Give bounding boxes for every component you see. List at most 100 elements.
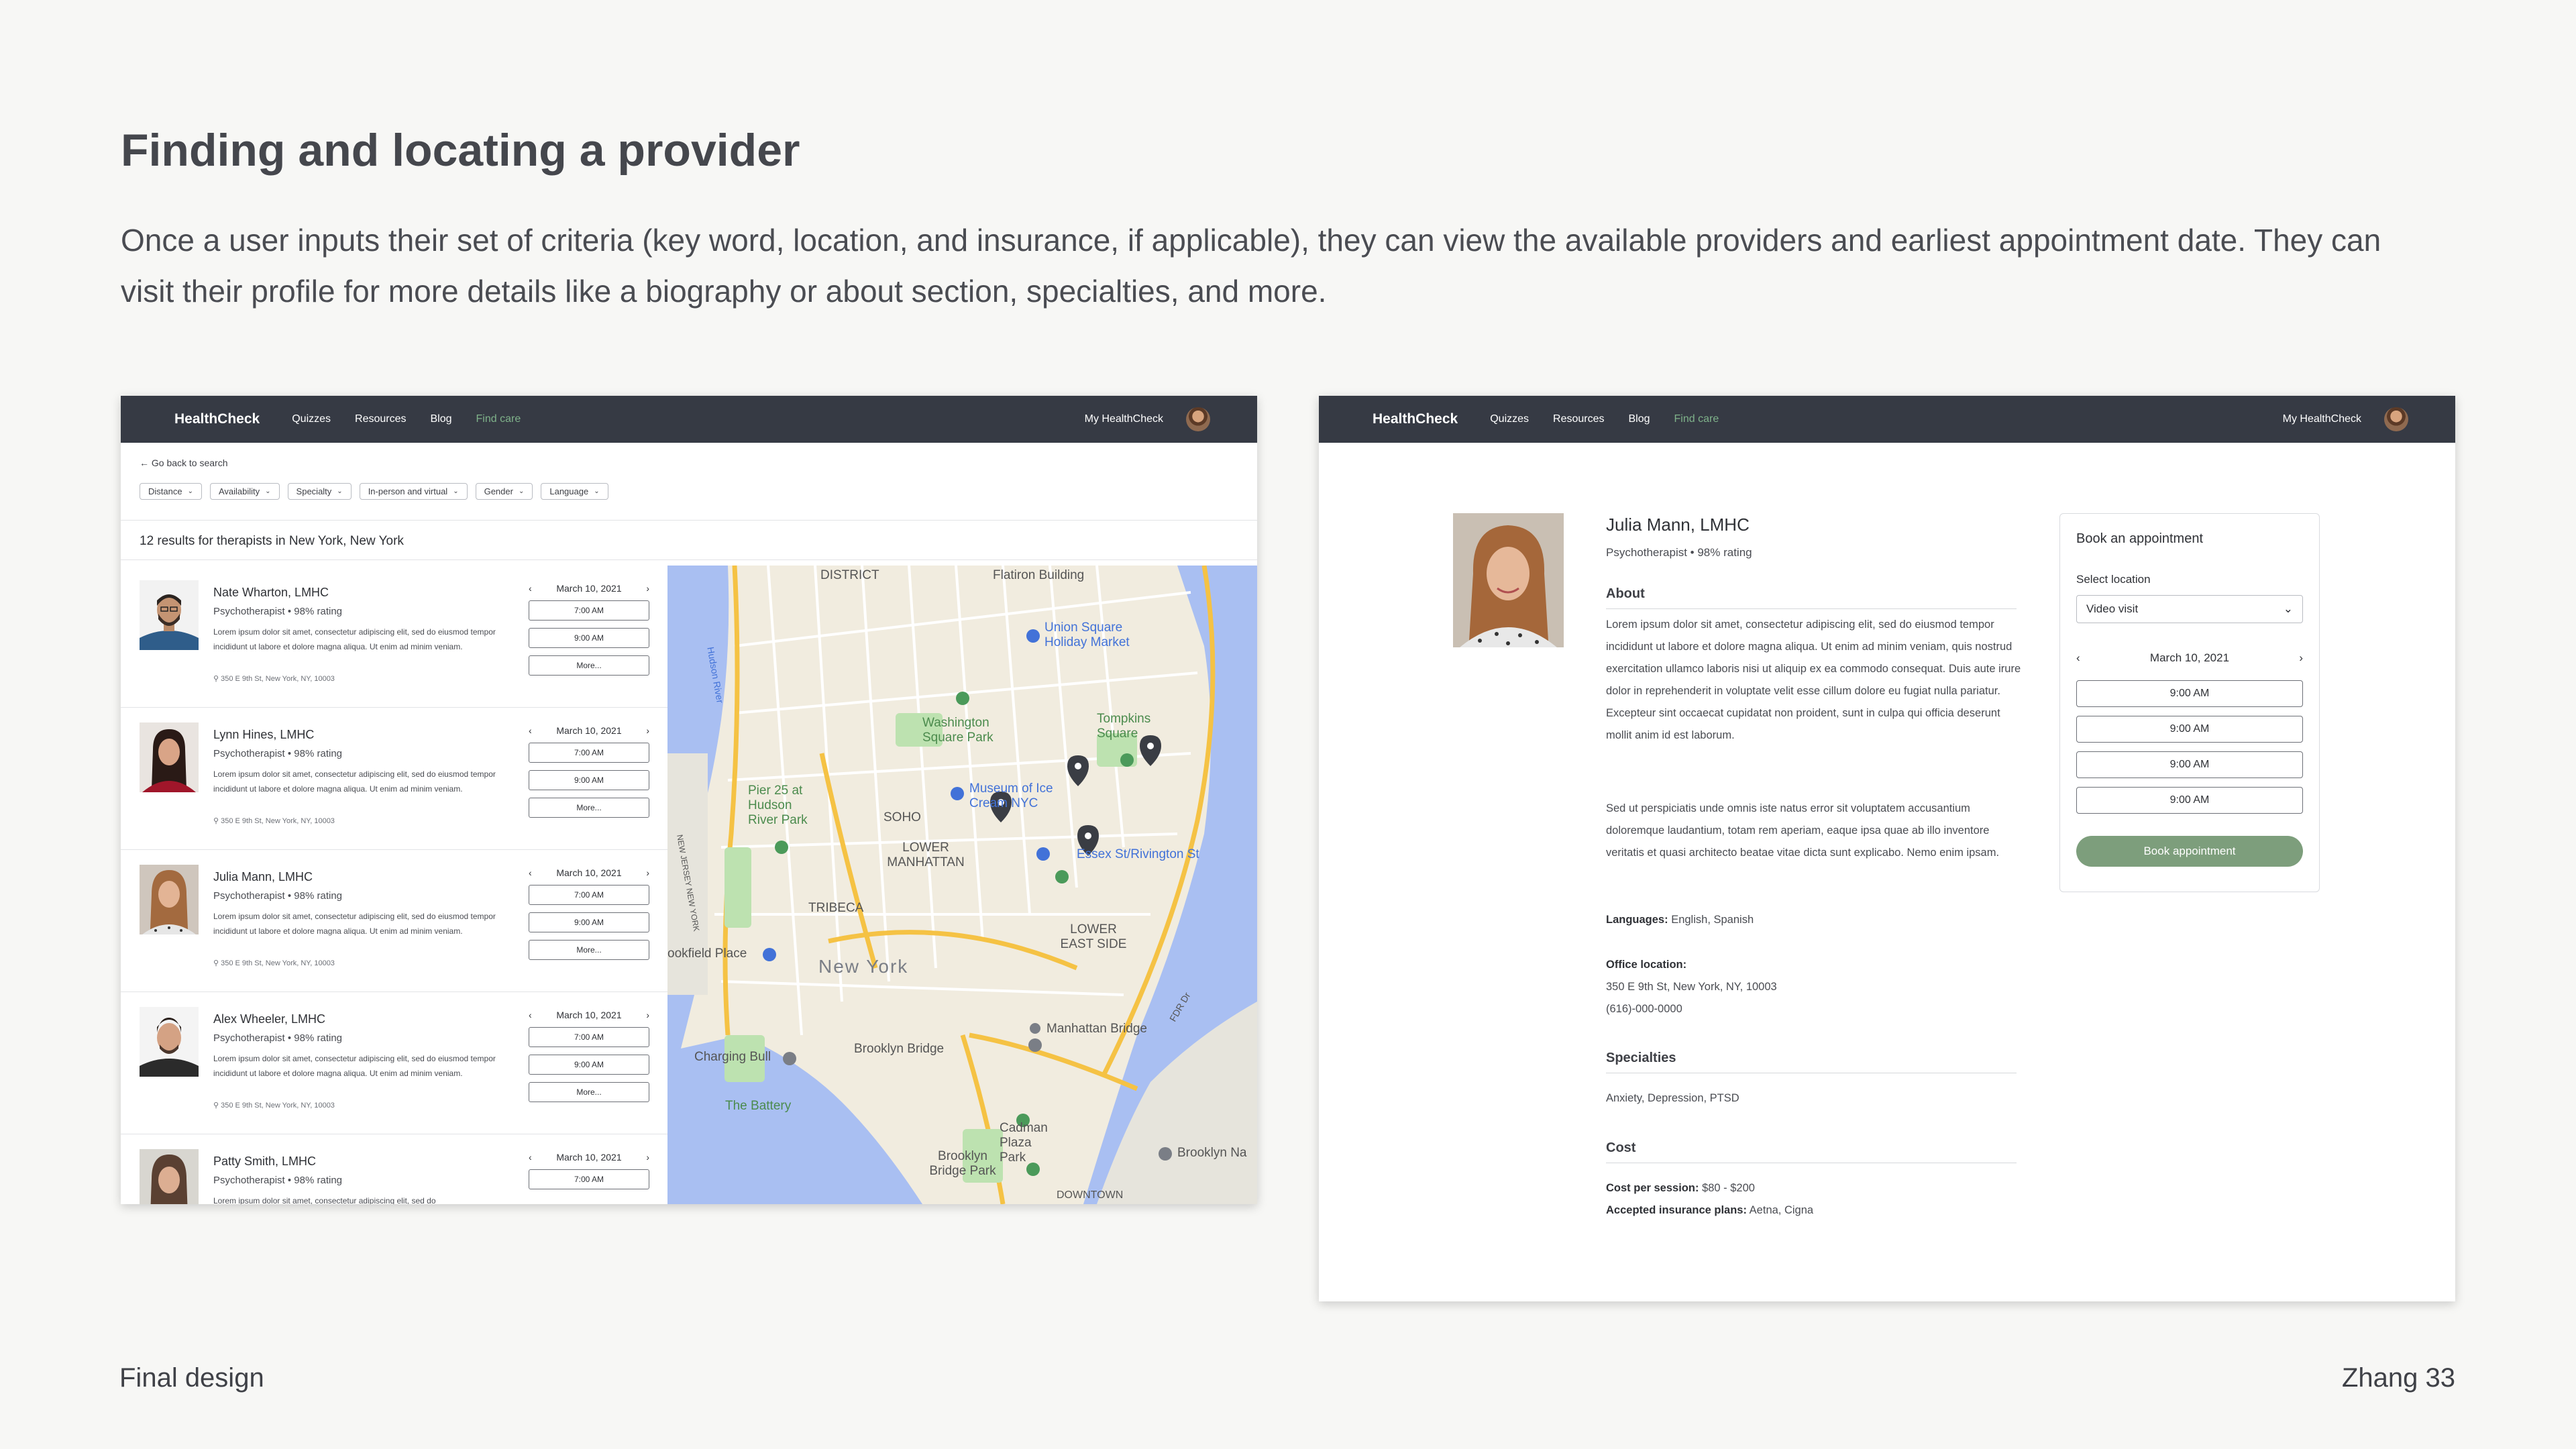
user-avatar[interactable] bbox=[2384, 407, 2408, 431]
my-healthcheck-link[interactable]: My HealthCheck bbox=[2283, 413, 2361, 425]
provider-name[interactable]: Nate Wharton, LMHC bbox=[213, 586, 329, 600]
my-healthcheck-link[interactable]: My HealthCheck bbox=[1085, 413, 1163, 425]
provider-card[interactable]: Lynn Hines, LMHC Psychotherapist • 98% r… bbox=[121, 708, 667, 850]
provider-photo bbox=[140, 580, 199, 650]
book-appointment-button[interactable]: Book appointment bbox=[2076, 836, 2303, 867]
chevron-down-icon: ⌄ bbox=[265, 488, 271, 495]
provider-list[interactable]: Nate Wharton, LMHC Psychotherapist • 98%… bbox=[121, 566, 668, 1204]
time-slot-button[interactable]: 9:00 AM bbox=[529, 628, 649, 648]
booking-title: Book an appointment bbox=[2076, 531, 2204, 546]
filter-visit-type[interactable]: In-person and virtual ⌄ bbox=[359, 483, 468, 500]
slide-description: Once a user inputs their set of criteria… bbox=[121, 223, 2381, 309]
filter-distance[interactable]: Distance ⌄ bbox=[140, 483, 202, 500]
schedule-widget: ‹ March 10, 2021 › 7:00 AM bbox=[529, 1152, 649, 1197]
location-pin-icon: ⚲ bbox=[213, 1102, 221, 1110]
provider-profile-screen: HealthCheck Quizzes Resources Blog Find … bbox=[1319, 396, 2455, 1301]
nav-blog[interactable]: Blog bbox=[431, 413, 452, 425]
provider-bio: Lorem ipsum dolor sit amet, consectetur … bbox=[213, 769, 496, 794]
prev-date-icon[interactable]: ‹ bbox=[529, 1010, 532, 1020]
next-date-icon[interactable]: › bbox=[646, 1010, 649, 1020]
brand-logo[interactable]: HealthCheck bbox=[1373, 411, 1458, 427]
time-slot-button[interactable]: 9:00 AM bbox=[529, 912, 649, 932]
more-slots-button[interactable]: More... bbox=[529, 798, 649, 818]
provider-card[interactable]: Nate Wharton, LMHC Psychotherapist • 98%… bbox=[121, 566, 667, 708]
provider-meta: Psychotherapist • 98% rating bbox=[213, 1032, 343, 1044]
chevron-down-icon: ⌄ bbox=[518, 488, 525, 495]
location-pin-icon: ⚲ bbox=[213, 959, 221, 967]
chevron-down-icon: ⌄ bbox=[337, 488, 343, 495]
provider-meta: Psychotherapist • 98% rating bbox=[1606, 546, 1752, 559]
nav-quizzes[interactable]: Quizzes bbox=[292, 413, 331, 425]
map-label: DISTRICT bbox=[820, 568, 879, 582]
filter-language[interactable]: Language ⌄ bbox=[541, 483, 608, 500]
more-slots-button[interactable]: More... bbox=[529, 1082, 649, 1102]
next-date-icon[interactable]: › bbox=[2299, 651, 2303, 665]
time-slot-button[interactable]: 9:00 AM bbox=[529, 770, 649, 790]
prev-date-icon[interactable]: ‹ bbox=[529, 867, 532, 878]
time-slot-button[interactable]: 9:00 AM bbox=[529, 1055, 649, 1075]
next-date-icon[interactable]: › bbox=[646, 583, 649, 594]
cost-label: Cost per session: bbox=[1606, 1182, 1699, 1194]
provider-card[interactable]: Patty Smith, LMHC Psychotherapist • 98% … bbox=[121, 1134, 667, 1204]
user-avatar[interactable] bbox=[1186, 407, 1210, 431]
time-slot-button[interactable]: 9:00 AM bbox=[2076, 680, 2303, 707]
nav-quizzes[interactable]: Quizzes bbox=[1490, 413, 1529, 425]
office-address: 350 E 9th St, New York, NY, 10003 bbox=[1606, 981, 1777, 993]
navbar: HealthCheck Quizzes Resources Blog Find … bbox=[1319, 396, 2455, 443]
time-slot-button[interactable]: 9:00 AM bbox=[2076, 787, 2303, 814]
about-paragraph-1: Lorem ipsum dolor sit amet, consectetur … bbox=[1606, 619, 2021, 741]
nav-resources[interactable]: Resources bbox=[1553, 413, 1604, 425]
time-slot-button[interactable]: 7:00 AM bbox=[529, 743, 649, 763]
next-date-icon[interactable]: › bbox=[646, 725, 649, 736]
map-label: LOWER MANHATTAN bbox=[887, 841, 965, 869]
filter-label: Distance bbox=[148, 486, 182, 496]
time-slot-button[interactable]: 7:00 AM bbox=[529, 1169, 649, 1189]
filter-gender[interactable]: Gender ⌄ bbox=[475, 483, 533, 500]
location-select[interactable]: Video visit ⌄ bbox=[2076, 595, 2303, 623]
back-link-label: Go back to search bbox=[151, 458, 228, 468]
provider-name[interactable]: Julia Mann, LMHC bbox=[213, 870, 313, 884]
map-label: Pier 25 at Hudson River Park bbox=[748, 784, 808, 827]
provider-card[interactable]: Julia Mann, LMHC Psychotherapist • 98% r… bbox=[121, 850, 667, 992]
time-slot-button[interactable]: 7:00 AM bbox=[529, 600, 649, 621]
provider-name[interactable]: Patty Smith, LMHC bbox=[213, 1155, 316, 1169]
prev-date-icon[interactable]: ‹ bbox=[529, 725, 532, 736]
nav-blog[interactable]: Blog bbox=[1629, 413, 1650, 425]
prev-date-icon[interactable]: ‹ bbox=[2076, 651, 2080, 665]
more-slots-button[interactable]: More... bbox=[529, 940, 649, 960]
time-slot-button[interactable]: 7:00 AM bbox=[529, 885, 649, 905]
map-label: Brooklyn Bridge Park bbox=[929, 1149, 996, 1178]
filter-availability[interactable]: Availability ⌄ bbox=[209, 483, 280, 500]
schedule-date: March 10, 2021 bbox=[556, 725, 622, 736]
prev-date-icon[interactable]: ‹ bbox=[529, 1152, 532, 1163]
insurance-label: Accepted insurance plans: bbox=[1606, 1204, 1747, 1216]
brand-logo[interactable]: HealthCheck bbox=[174, 411, 260, 427]
provider-map[interactable]: DISTRICT Flatiron Building Union Square … bbox=[667, 566, 1257, 1204]
filter-specialty[interactable]: Specialty ⌄ bbox=[287, 483, 352, 500]
time-slot-button[interactable]: 9:00 AM bbox=[2076, 716, 2303, 743]
office-label: Office location: bbox=[1606, 959, 1687, 971]
cost-value: $80 - $200 bbox=[1702, 1182, 1755, 1194]
nav-resources[interactable]: Resources bbox=[355, 413, 406, 425]
time-slot-button[interactable]: 7:00 AM bbox=[529, 1027, 649, 1047]
nav-find-care[interactable]: Find care bbox=[476, 413, 521, 425]
next-date-icon[interactable]: › bbox=[646, 1152, 649, 1163]
back-to-search-link[interactable]: ← Go back to search bbox=[140, 458, 228, 468]
time-slot-button[interactable]: 9:00 AM bbox=[2076, 751, 2303, 778]
schedule-widget: ‹ March 10, 2021 › 7:00 AM 9:00 AM More... bbox=[529, 725, 649, 825]
provider-name[interactable]: Alex Wheeler, LMHC bbox=[213, 1012, 325, 1026]
filter-label: Language bbox=[549, 486, 589, 496]
location-label: Select location bbox=[2076, 573, 2151, 586]
prev-date-icon[interactable]: ‹ bbox=[529, 583, 532, 594]
results-count: 12 results for therapists in New York, N… bbox=[140, 534, 404, 548]
nav-find-care[interactable]: Find care bbox=[1674, 413, 1719, 425]
provider-name[interactable]: Lynn Hines, LMHC bbox=[213, 728, 314, 742]
provider-card[interactable]: Alex Wheeler, LMHC Psychotherapist • 98%… bbox=[121, 992, 667, 1134]
about-heading: About bbox=[1606, 586, 2017, 609]
provider-meta: Psychotherapist • 98% rating bbox=[213, 890, 343, 902]
filter-label: In-person and virtual bbox=[368, 486, 448, 496]
provider-address: ⚲ 350 E 9th St, New York, NY, 10003 bbox=[213, 816, 335, 825]
map-label: LOWER EAST SIDE bbox=[1060, 922, 1127, 951]
next-date-icon[interactable]: › bbox=[646, 867, 649, 878]
more-slots-button[interactable]: More... bbox=[529, 655, 649, 676]
